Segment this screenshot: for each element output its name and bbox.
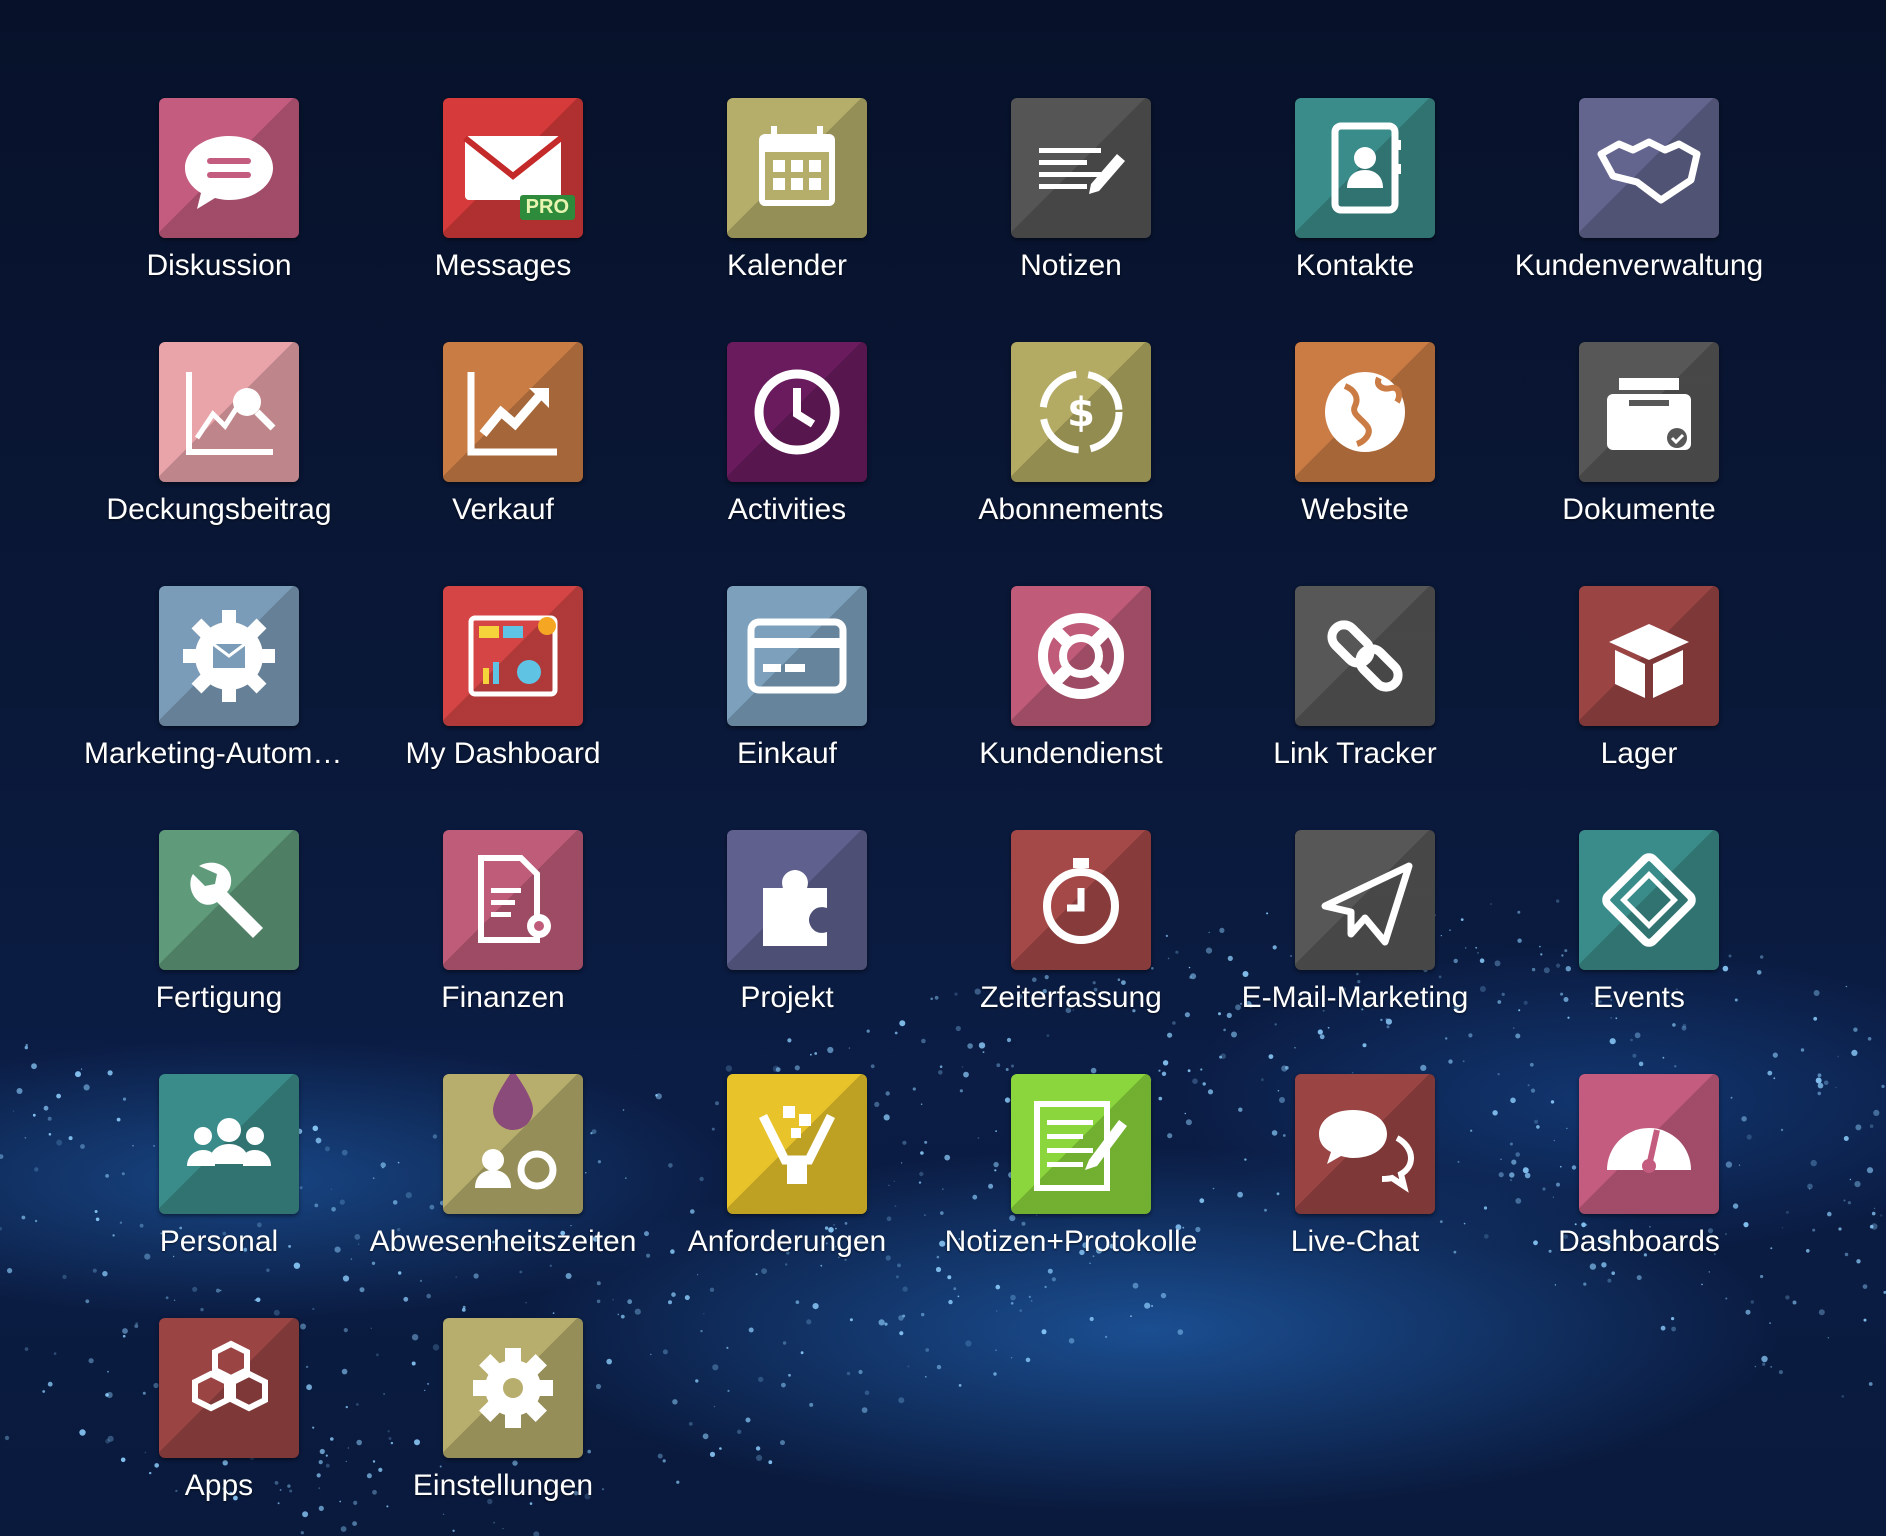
app-kundendienst[interactable]: Kundendienst — [936, 586, 1206, 786]
app-tile[interactable] — [159, 1318, 299, 1458]
app-label: Kalender — [726, 249, 848, 282]
app-deckungsbeitrag[interactable]: Deckungsbeitrag — [84, 342, 354, 542]
app-kundenverwaltung[interactable]: Kundenverwaltung — [1504, 98, 1774, 298]
app-label: Notizen — [1020, 249, 1122, 282]
app-tile[interactable] — [727, 342, 867, 482]
app-verkauf[interactable]: Verkauf — [368, 342, 638, 542]
app-fertigung[interactable]: Fertigung — [84, 830, 354, 1030]
app-tile[interactable] — [1295, 1074, 1435, 1214]
app-apps[interactable]: Apps — [84, 1318, 354, 1518]
app-tile[interactable] — [159, 830, 299, 970]
app-live-chat[interactable]: Live-Chat — [1220, 1074, 1490, 1274]
app-diskussion[interactable]: Diskussion — [84, 98, 354, 298]
app-tile[interactable] — [159, 98, 299, 238]
app-label: Events — [1593, 981, 1685, 1014]
app-my-dashboard[interactable]: My Dashboard — [368, 586, 638, 786]
app-anforderungen[interactable]: Anforderungen — [652, 1074, 922, 1274]
app-label: Kundenverwaltung — [1514, 249, 1764, 282]
app-tile[interactable] — [727, 1074, 867, 1214]
app-tile[interactable] — [1579, 1074, 1719, 1214]
app-tile[interactable] — [1295, 830, 1435, 970]
app-label: Kontakte — [1295, 249, 1415, 282]
app-zeiterfassung[interactable]: Zeiterfassung — [936, 830, 1206, 1030]
app-tile[interactable] — [443, 1074, 583, 1214]
app-label: Website — [1301, 493, 1409, 526]
app-label: Finanzen — [441, 981, 565, 1014]
app-tile[interactable] — [159, 586, 299, 726]
app-label: Dashboards — [1558, 1225, 1720, 1258]
app-tile[interactable] — [727, 830, 867, 970]
app-events[interactable]: Events — [1504, 830, 1774, 1030]
app-label: Live-Chat — [1290, 1225, 1420, 1258]
app-label: Verkauf — [452, 493, 554, 526]
app-kontakte[interactable]: Kontakte — [1220, 98, 1490, 298]
app-activities[interactable]: Activities — [652, 342, 922, 542]
app-tile[interactable] — [443, 586, 583, 726]
app-tile[interactable]: $ — [1011, 342, 1151, 482]
app-tile[interactable] — [159, 1074, 299, 1214]
app-einkauf[interactable]: Einkauf — [652, 586, 922, 786]
app-label: Fertigung — [155, 981, 283, 1014]
app-tile[interactable] — [1579, 586, 1719, 726]
app-abonnements[interactable]: $ Abonnements — [936, 342, 1206, 542]
app-label: E-Mail-Marketing — [1241, 981, 1469, 1014]
app-marketing-automat[interactable]: Marketing-Automat... — [84, 586, 354, 786]
app-label: Diskussion — [146, 249, 292, 282]
app-abwesenheitszeiten[interactable]: Abwesenheitszeiten — [368, 1074, 638, 1274]
app-notizen-protokolle[interactable]: Notizen+Protokolle — [936, 1074, 1206, 1274]
app-tile[interactable] — [159, 342, 299, 482]
app-dokumente[interactable]: Dokumente — [1504, 342, 1774, 542]
app-e-mail-marketing[interactable]: E-Mail-Marketing — [1220, 830, 1490, 1030]
app-tile[interactable] — [727, 586, 867, 726]
app-messages[interactable]: PRO Messages — [368, 98, 638, 298]
app-tile[interactable] — [1579, 98, 1719, 238]
app-tile[interactable] — [1011, 586, 1151, 726]
app-label: Abwesenheitszeiten — [369, 1225, 637, 1258]
app-label: Anforderungen — [687, 1225, 887, 1258]
app-tile[interactable] — [443, 830, 583, 970]
app-label: Projekt — [740, 981, 834, 1014]
app-grid: Diskussion PRO Messages Kalender Notizen Kont… — [0, 0, 1886, 1536]
app-kalender[interactable]: Kalender — [652, 98, 922, 298]
app-label: Deckungsbeitrag — [106, 493, 332, 526]
app-label: Zeiterfassung — [980, 981, 1162, 1014]
app-tile[interactable] — [727, 98, 867, 238]
app-notizen[interactable]: Notizen — [936, 98, 1206, 298]
app-tile[interactable] — [1295, 342, 1435, 482]
app-tile[interactable] — [1579, 830, 1719, 970]
app-label: Abonnements — [978, 493, 1164, 526]
app-label: Link Tracker — [1273, 737, 1437, 770]
svg-text:$: $ — [1067, 390, 1095, 436]
app-website[interactable]: Website — [1220, 342, 1490, 542]
app-tile[interactable]: PRO — [443, 98, 583, 238]
app-tile[interactable] — [443, 342, 583, 482]
app-tile[interactable] — [1579, 342, 1719, 482]
app-dashboards[interactable]: Dashboards — [1504, 1074, 1774, 1274]
app-label: Marketing-Automat... — [84, 737, 354, 770]
app-link-tracker[interactable]: Link Tracker — [1220, 586, 1490, 786]
app-finanzen[interactable]: Finanzen — [368, 830, 638, 1030]
app-tile[interactable] — [1011, 98, 1151, 238]
app-lager[interactable]: Lager — [1504, 586, 1774, 786]
app-label: Messages — [434, 249, 572, 282]
app-tile[interactable] — [1011, 830, 1151, 970]
app-personal[interactable]: Personal — [84, 1074, 354, 1274]
app-label: Einkauf — [736, 737, 838, 770]
app-label: Dokumente — [1562, 493, 1716, 526]
app-label: My Dashboard — [405, 737, 601, 770]
app-label: Kundendienst — [979, 737, 1163, 770]
app-label: Lager — [1600, 737, 1678, 770]
app-einstellungen[interactable]: Einstellungen — [368, 1318, 638, 1518]
app-label: Notizen+Protokolle — [944, 1225, 1198, 1258]
app-label: Activities — [727, 493, 847, 526]
app-label: Personal — [159, 1225, 279, 1258]
app-label: Einstellungen — [412, 1469, 594, 1502]
app-tile[interactable] — [1011, 1074, 1151, 1214]
pro-badge: PRO — [519, 195, 575, 220]
app-tile[interactable] — [443, 1318, 583, 1458]
app-tile[interactable] — [1295, 98, 1435, 238]
app-label: Apps — [184, 1469, 254, 1502]
app-projekt[interactable]: Projekt — [652, 830, 922, 1030]
app-tile[interactable] — [1295, 586, 1435, 726]
